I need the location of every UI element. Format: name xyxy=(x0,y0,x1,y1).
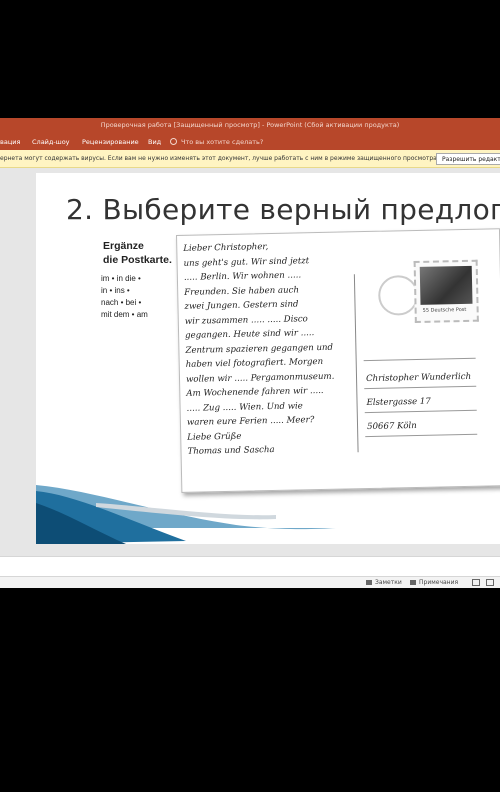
postcard-divider xyxy=(353,274,359,453)
tab-view[interactable]: Вид xyxy=(148,138,161,146)
tab-review[interactable]: Рецензирование xyxy=(82,138,139,146)
address-street: Elstergasse 17 xyxy=(366,396,431,409)
preposition-line: im • in die • xyxy=(101,274,141,283)
preposition-line: nach • bei • xyxy=(101,298,142,307)
stamp-photo xyxy=(419,265,473,305)
address-rule xyxy=(363,357,476,362)
letter-line: Am Wochenende fahren wir ..... xyxy=(186,385,324,399)
postcard-image: Lieber Christopher, uns geht's gut. Wir … xyxy=(176,228,500,493)
exercise-heading: Ergänze die Postkarte. xyxy=(103,239,172,267)
comments-button[interactable]: Примечания xyxy=(410,579,458,586)
slide-title: 2. Выберите верный предлог. xyxy=(66,193,500,226)
postmark-circle xyxy=(377,274,419,316)
tab-slideshow[interactable]: Слайд-шоу xyxy=(32,138,70,146)
stamp-label: 55 Deutsche Post xyxy=(422,306,467,314)
preposition-options: im • in die • in • ins • nach • bei • mi… xyxy=(101,273,148,321)
enable-editing-button[interactable]: Разрешить редактирование xyxy=(436,153,500,165)
exercise-heading-line1: Ergänze xyxy=(103,240,144,252)
protected-view-bar: ернета могут содержать вирусы. Если вам … xyxy=(0,150,500,168)
preposition-line: in • ins • xyxy=(101,286,130,295)
tell-me-label: Что вы хотите сделать? xyxy=(181,138,264,146)
window-title: Проверочная работа [Защищенный просмотр]… xyxy=(100,121,400,129)
letter-line: Thomas und Sascha xyxy=(187,444,275,457)
normal-view-icon[interactable] xyxy=(472,579,480,586)
lightbulb-icon xyxy=(170,138,177,145)
address-rule xyxy=(364,385,477,390)
address-city: 50667 Köln xyxy=(366,421,417,433)
slide-canvas[interactable]: 2. Выберите верный предлог. Ergänze die … xyxy=(36,173,500,544)
preposition-line: mit dem • am xyxy=(101,310,148,319)
exercise-heading-line2: die Postkarte. xyxy=(103,254,172,266)
tell-me-search[interactable]: Что вы хотите сделать? xyxy=(170,138,263,146)
comments-label: Примечания xyxy=(419,579,459,586)
ribbon-tabs: вация Слайд-шоу Рецензирование Вид Что в… xyxy=(0,134,500,150)
tab-animations[interactable]: вация xyxy=(0,138,20,146)
notes-icon xyxy=(366,579,372,585)
notes-button[interactable]: Заметки xyxy=(366,579,402,586)
postcard-letter: Lieber Christopher, uns geht's gut. Wir … xyxy=(183,239,336,460)
slide-sorter-icon[interactable] xyxy=(486,579,494,586)
address-rule xyxy=(365,433,478,438)
slide-decoration-swoosh xyxy=(36,485,336,544)
title-bar: Проверочная работа [Защищенный просмотр]… xyxy=(0,118,500,134)
address-rule xyxy=(364,409,477,414)
slide-editor-area: 2. Выберите верный предлог. Ergänze die … xyxy=(0,168,500,556)
letter-line: waren eure Ferien ..... Meer? xyxy=(186,415,315,428)
postage-stamp: 55 Deutsche Post xyxy=(413,259,479,324)
notes-label: Заметки xyxy=(375,579,402,586)
status-bar: Заметки Примечания xyxy=(0,576,500,588)
comment-icon xyxy=(410,579,416,585)
notes-pane[interactable] xyxy=(0,556,500,576)
address-name: Christopher Wunderlich xyxy=(365,371,472,385)
protected-view-message: ернета могут содержать вирусы. Если вам … xyxy=(0,155,439,162)
